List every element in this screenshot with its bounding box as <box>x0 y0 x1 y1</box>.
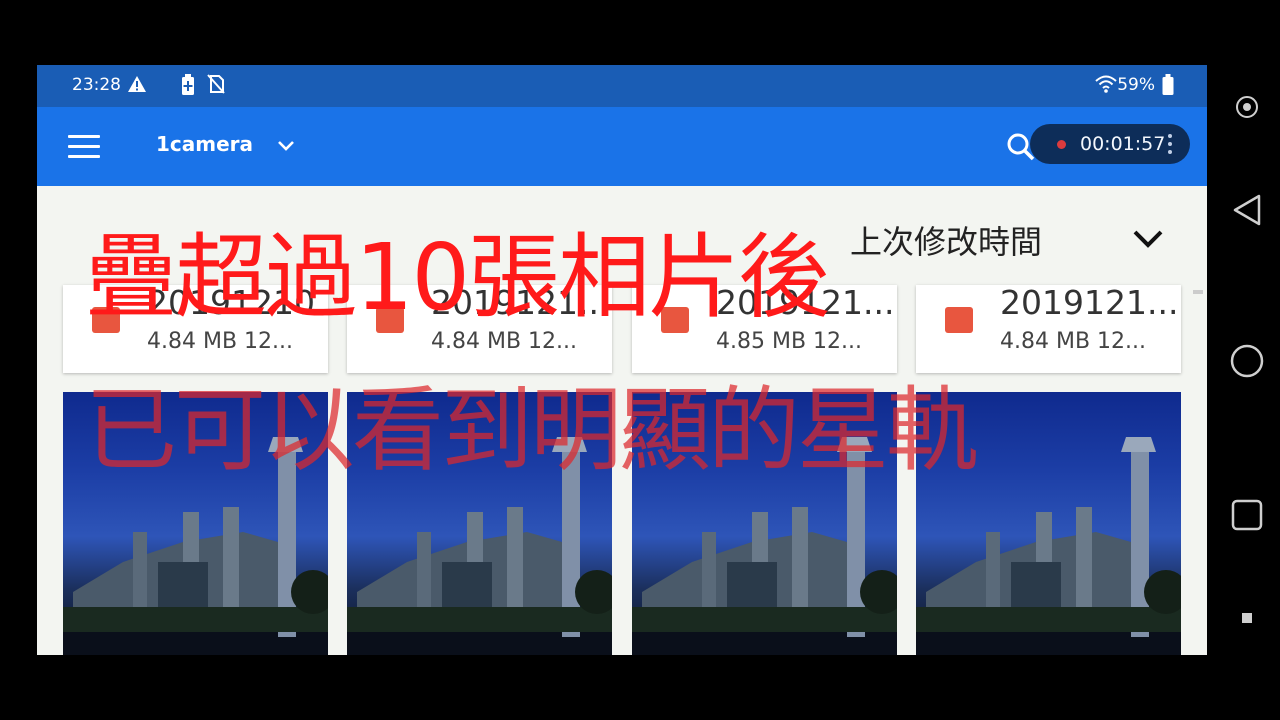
back-icon[interactable] <box>1229 192 1265 228</box>
home-icon[interactable] <box>1229 343 1265 379</box>
status-bar: 23:28 59% <box>37 65 1207 107</box>
screen-recorder-widget[interactable]: 00:01:57 <box>1030 124 1190 164</box>
overlay-caption-line-1: 疊超過10張相片後 <box>85 224 830 331</box>
scrollbar[interactable] <box>1193 290 1203 294</box>
image-file-icon <box>945 307 973 333</box>
menu-icon[interactable] <box>68 135 100 159</box>
record-icon[interactable] <box>1229 95 1265 119</box>
battery-percentage: 59% <box>1117 75 1155 95</box>
phone-screen: 23:28 59% 1camera 00:01:57 上次修改時間 201912… <box>37 65 1207 655</box>
battery-saver-icon <box>182 74 194 95</box>
file-meta: 4.84 MB 12... <box>431 329 578 354</box>
app-bar: 1camera 00:01:57 <box>37 107 1207 186</box>
battery-icon <box>1162 74 1174 95</box>
more-options-icon[interactable] <box>1168 134 1172 158</box>
recording-timer: 00:01:57 <box>1080 133 1166 155</box>
folder-title[interactable]: 1camera <box>156 132 253 156</box>
chevron-down-icon[interactable] <box>275 135 297 157</box>
file-card[interactable]: 2019121... 4.84 MB 12... <box>916 283 1181 373</box>
recents-icon[interactable] <box>1229 497 1265 533</box>
overlay-caption-line-2: 已可以看到明顯的星軌 <box>85 377 978 484</box>
stop-icon[interactable] <box>1229 608 1265 628</box>
file-meta: 4.85 MB 12... <box>716 329 863 354</box>
file-meta: 4.84 MB 12... <box>1000 329 1147 354</box>
warning-icon <box>128 76 146 92</box>
file-meta: 4.84 MB 12... <box>147 329 294 354</box>
sort-label[interactable]: 上次修改時間 <box>850 217 1042 263</box>
sort-chevron-down-icon[interactable] <box>1130 223 1166 253</box>
recording-dot-icon <box>1057 140 1066 149</box>
status-time: 23:28 <box>72 75 121 95</box>
wifi-icon <box>1095 75 1117 93</box>
no-sim-icon <box>207 74 225 94</box>
file-name: 2019121... <box>1000 283 1179 322</box>
